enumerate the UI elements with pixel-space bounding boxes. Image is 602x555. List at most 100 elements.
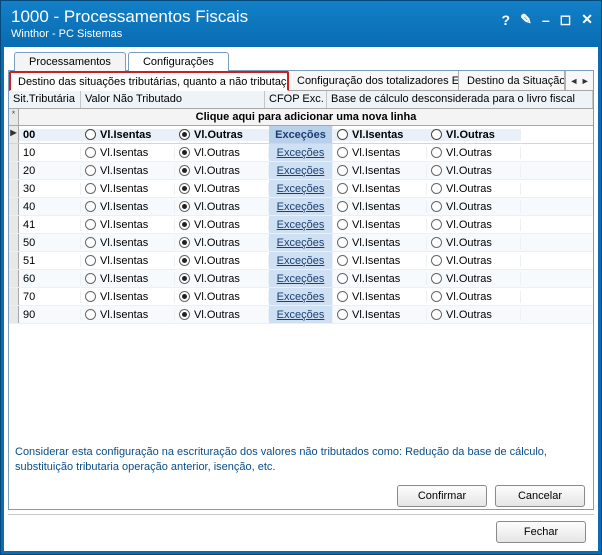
radio-isentas-a[interactable]: Vl.Isentas [81,147,175,159]
excecoes-button[interactable]: Exceções [269,270,333,287]
tab-processamentos[interactable]: Processamentos [14,52,126,71]
radio-outras-b[interactable]: Vl.Outras [427,273,521,285]
help-icon[interactable]: ? [502,12,511,28]
table-row[interactable]: 10Vl.IsentasVl.OutrasExceçõesVl.IsentasV… [9,144,593,162]
maximize-icon[interactable]: ◻ [560,11,572,28]
minimize-icon[interactable]: – [542,12,550,28]
cell-code[interactable]: 90 [19,309,81,321]
inner-tab-destino-nao-trib[interactable]: Destino das situações tributárias, quant… [9,71,289,91]
row-indicator [9,144,19,161]
cell-code[interactable]: 41 [19,219,81,231]
col-valor-nao-tributado[interactable]: Valor Não Tributado [81,91,265,108]
cell-code[interactable]: 50 [19,237,81,249]
radio-isentas-b[interactable]: Vl.Isentas [333,291,427,303]
radio-isentas-b[interactable]: Vl.Isentas [333,273,427,285]
excecoes-button[interactable]: Exceções [269,216,333,233]
radio-isentas-b[interactable]: Vl.Isentas [333,201,427,213]
cell-code[interactable]: 40 [19,201,81,213]
table-row[interactable]: 40Vl.IsentasVl.OutrasExceçõesVl.IsentasV… [9,198,593,216]
radio-isentas-b[interactable]: Vl.Isentas [333,237,427,249]
table-row[interactable]: 70Vl.IsentasVl.OutrasExceçõesVl.IsentasV… [9,288,593,306]
radio-outras-b[interactable]: Vl.Outras [427,201,521,213]
radio-outras-a[interactable]: Vl.Outras [175,273,269,285]
radio-outras-b[interactable]: Vl.Outras [427,237,521,249]
radio-outras-a[interactable]: Vl.Outras [175,129,269,141]
radio-isentas-b[interactable]: Vl.Isentas [333,255,427,267]
table-row[interactable]: 60Vl.IsentasVl.OutrasExceçõesVl.IsentasV… [9,270,593,288]
add-new-row[interactable]: * Clique aqui para adicionar uma nova li… [9,109,593,126]
radio-isentas-a[interactable]: Vl.Isentas [81,291,175,303]
cell-code[interactable]: 51 [19,255,81,267]
radio-outras-a[interactable]: Vl.Outras [175,183,269,195]
radio-outras-b[interactable]: Vl.Outras [427,291,521,303]
table-row[interactable]: 30Vl.IsentasVl.OutrasExceçõesVl.IsentasV… [9,180,593,198]
table-row[interactable]: 50Vl.IsentasVl.OutrasExceçõesVl.IsentasV… [9,234,593,252]
radio-isentas-b[interactable]: Vl.Isentas [333,183,427,195]
excecoes-button[interactable]: Exceções [269,180,333,197]
tab-configuracoes[interactable]: Configurações [128,52,229,71]
radio-isentas-a[interactable]: Vl.Isentas [81,165,175,177]
radio-isentas-a[interactable]: Vl.Isentas [81,183,175,195]
excecoes-button[interactable]: Exceções [269,288,333,305]
excecoes-button[interactable]: Exceções [269,144,333,161]
radio-outras-b[interactable]: Vl.Outras [427,309,521,321]
radio-outras-a[interactable]: Vl.Outras [175,165,269,177]
radio-outras-b[interactable]: Vl.Outras [427,147,521,159]
radio-outras-b[interactable]: Vl.Outras [427,183,521,195]
excecoes-button[interactable]: Exceções [269,306,333,323]
radio-isentas-a[interactable]: Vl.Isentas [81,129,175,141]
radio-isentas-b[interactable]: Vl.Isentas [333,219,427,231]
close-button[interactable]: Fechar [496,521,586,543]
radio-isentas-a[interactable]: Vl.Isentas [81,237,175,249]
cell-code[interactable]: 30 [19,183,81,195]
radio-isentas-b[interactable]: Vl.Isentas [333,165,427,177]
col-sit-tributaria[interactable]: Sit.Tributária [9,91,81,108]
table-row[interactable]: 41Vl.IsentasVl.OutrasExceçõesVl.IsentasV… [9,216,593,234]
inner-tab-totalizadores-ecf[interactable]: Configuração dos totalizadores ECF [289,71,459,90]
col-cfop-exc[interactable]: CFOP Exc. [265,91,327,108]
excecoes-button[interactable]: Exceções [269,234,333,251]
close-icon[interactable]: ✕ [581,11,593,28]
cell-code[interactable]: 20 [19,165,81,177]
radio-outras-b[interactable]: Vl.Outras [427,165,521,177]
radio-isentas-b[interactable]: Vl.Isentas [333,309,427,321]
table-row[interactable]: 20Vl.IsentasVl.OutrasExceçõesVl.IsentasV… [9,162,593,180]
cell-code[interactable]: 70 [19,291,81,303]
excecoes-button[interactable]: Exceções [269,252,333,269]
radio-isentas-a[interactable]: Vl.Isentas [81,309,175,321]
cell-code[interactable]: 60 [19,273,81,285]
excecoes-button[interactable]: Exceções [269,126,333,143]
radio-isentas-a[interactable]: Vl.Isentas [81,255,175,267]
radio-outras-a[interactable]: Vl.Outras [175,219,269,231]
row-indicator [9,234,19,251]
radio-outras-b[interactable]: Vl.Outras [427,255,521,267]
confirm-button[interactable]: Confirmar [397,485,487,507]
inner-tab-destino-sit-trib[interactable]: Destino da Situação Trib [459,71,565,90]
radio-outras-a[interactable]: Vl.Outras [175,201,269,213]
excecoes-button[interactable]: Exceções [269,198,333,215]
radio-outras-b[interactable]: Vl.Outras [427,129,521,141]
header-data-row[interactable]: ▶ 00 Vl.Isentas Vl.Outras Exceções Vl.Is… [9,126,593,144]
table-row[interactable]: 51Vl.IsentasVl.OutrasExceçõesVl.IsentasV… [9,252,593,270]
radio-outras-a[interactable]: Vl.Outras [175,309,269,321]
cancel-button[interactable]: Cancelar [495,485,585,507]
radio-isentas-a[interactable]: Vl.Isentas [81,219,175,231]
radio-outras-a[interactable]: Vl.Outras [175,255,269,267]
radio-outras-a[interactable]: Vl.Outras [175,147,269,159]
cell-code[interactable]: 10 [19,147,81,159]
radio-outras-b[interactable]: Vl.Outras [427,219,521,231]
row-indicator [9,216,19,233]
tab-scroll-buttons[interactable]: ◄ ► [565,71,593,90]
excecoes-button[interactable]: Exceções [269,162,333,179]
radio-outras-a[interactable]: Vl.Outras [175,291,269,303]
app-window: 1000 - Processamentos Fiscais Winthor - … [0,0,602,555]
radio-outras-a[interactable]: Vl.Outras [175,237,269,249]
radio-isentas-b[interactable]: Vl.Isentas [333,129,427,141]
edit-icon[interactable]: ✎ [520,11,532,28]
radio-isentas-a[interactable]: Vl.Isentas [81,273,175,285]
col-base-calculo[interactable]: Base de cálculo desconsiderada para o li… [327,91,593,108]
radio-isentas-a[interactable]: Vl.Isentas [81,201,175,213]
table-row[interactable]: 90Vl.IsentasVl.OutrasExceçõesVl.IsentasV… [9,306,593,324]
cell-code[interactable]: 00 [19,129,81,141]
radio-isentas-b[interactable]: Vl.Isentas [333,147,427,159]
